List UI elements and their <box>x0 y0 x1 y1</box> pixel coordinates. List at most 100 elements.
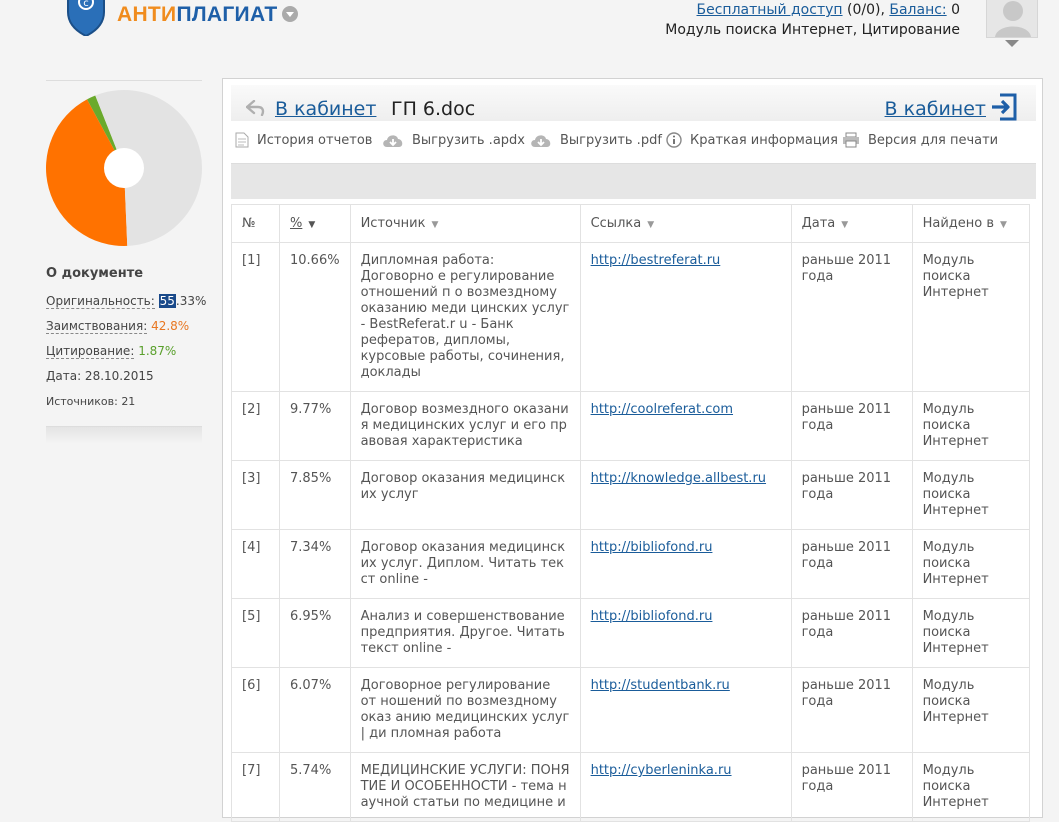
citation-value: 1.87% <box>138 344 177 358</box>
sources-count: Источников: 21 <box>46 395 136 408</box>
document-name: ГП 6.doc <box>391 98 476 120</box>
document-date: Дата: 28.10.2015 <box>46 369 154 383</box>
chevron-down-icon[interactable] <box>282 6 298 22</box>
printer-icon <box>843 132 859 148</box>
row-number: [2] <box>231 391 280 461</box>
history-label: История отчетов <box>257 132 373 148</box>
row-found-in: Модуль поиска Интернет <box>911 460 1031 530</box>
row-source[interactable]: Анализ и совершенствование предприятия. … <box>349 598 581 668</box>
cloud-download-icon <box>383 135 403 147</box>
row-date: раньше 2011 года <box>790 242 913 392</box>
row-found-in: Модуль поиска Интернет <box>911 529 1031 599</box>
row-found-in: Модуль поиска Интернет <box>911 667 1031 753</box>
row-percent: 6.95% <box>279 598 351 668</box>
originality-label[interactable]: Оригинальность: <box>46 294 155 309</box>
row-number: [5] <box>231 598 280 668</box>
citation-label[interactable]: Цитирование: <box>46 344 135 359</box>
row-number: [6] <box>231 667 280 753</box>
row-source[interactable]: Договор оказания медицинск их услуг <box>349 460 581 530</box>
avatar-chevron-icon[interactable] <box>1005 40 1019 47</box>
column-header-source[interactable]: Источник ▼ <box>349 204 581 243</box>
row-source[interactable]: Дипломная работа: Договорно е регулирова… <box>349 242 581 392</box>
logo-text[interactable]: АНТИПЛАГИАТ <box>117 3 278 27</box>
table-row[interactable]: [7] 5.74% МЕДИЦИНСКИЕ УСЛУГИ: ПОНЯ ТИЕ И… <box>231 752 1031 822</box>
print-version-button[interactable]: Версия для печати <box>842 132 998 148</box>
pie-center <box>104 148 144 188</box>
row-link[interactable]: http://coolreferat.com <box>591 402 733 417</box>
report-header: В кабинет ГП 6.doc В кабинет <box>231 85 1036 121</box>
table-row[interactable]: [1] 10.66% Дипломная работа: Договорно е… <box>231 242 1031 392</box>
row-date: раньше 2011 года <box>790 752 913 822</box>
row-link[interactable]: http://cyberleninka.ru <box>591 763 732 778</box>
row-number: [7] <box>231 752 280 822</box>
column-header-found-in[interactable]: Найдено в ▼ <box>911 204 1031 243</box>
originality-stat: Оригинальность: 55.33% <box>46 294 207 309</box>
info-icon <box>666 132 682 148</box>
sidebar-section-title: О документе <box>46 266 144 281</box>
row-number: [1] <box>231 242 280 392</box>
brief-info-label: Краткая информация <box>690 132 838 148</box>
column-header-date[interactable]: Дата ▼ <box>790 204 913 243</box>
borrowing-stat: Заимствования: 42.8% <box>46 319 189 334</box>
table-row[interactable]: [3] 7.85% Договор оказания медицинск их … <box>231 460 1031 530</box>
row-link[interactable]: http://bestreferat.ru <box>591 253 721 268</box>
borrowing-label[interactable]: Заимствования: <box>46 319 148 334</box>
export-apdx-button[interactable]: Выгрузить .apdx <box>382 132 525 148</box>
report-panel: В кабинет ГП 6.doc В кабинет История отч… <box>222 78 1043 822</box>
row-link[interactable]: http://knowledge.allbest.ru <box>591 471 766 486</box>
row-date: раньше 2011 года <box>790 529 913 599</box>
table-row[interactable]: [5] 6.95% Анализ и совершенствование пре… <box>231 598 1031 668</box>
user-icon <box>995 1 1031 37</box>
balance-link[interactable]: Баланс: <box>889 2 946 18</box>
row-source[interactable]: Договор возмездного оказани я медицински… <box>349 391 581 461</box>
logo-shield-icon: c <box>67 0 105 36</box>
column-header-num: № <box>231 204 280 243</box>
row-link[interactable]: http://bibliofond.ru <box>591 540 713 555</box>
row-date: раньше 2011 года <box>790 460 913 530</box>
free-access-count: (0/0), <box>842 2 890 18</box>
back-arrow-icon[interactable] <box>246 100 266 116</box>
table-row[interactable]: [2] 9.77% Договор возмездного оказани я … <box>231 391 1031 461</box>
row-source[interactable]: Договор оказания медицинск их услуг. Дип… <box>349 529 581 599</box>
svg-text:c: c <box>83 0 89 9</box>
cabinet-link[interactable]: В кабинет <box>885 98 986 120</box>
row-date: раньше 2011 года <box>790 598 913 668</box>
column-header-percent[interactable]: % ▼ <box>279 204 351 243</box>
avatar[interactable] <box>986 0 1038 38</box>
row-found-in: Модуль поиска Интернет <box>911 598 1031 668</box>
row-link[interactable]: http://bibliofond.ru <box>591 609 713 624</box>
sort-icon: ▼ <box>1000 220 1007 230</box>
table-header-row: № % ▼ Источник ▼ Ссылка ▼ Дата ▼ Найдено в ▼ <box>231 204 1031 243</box>
originality-pie-chart <box>46 90 202 246</box>
sort-icon: ▼ <box>841 220 849 230</box>
sidebar-footer <box>46 426 202 444</box>
balance-value: 0 <box>946 2 960 18</box>
back-to-cabinet-link[interactable]: В кабинет <box>275 98 376 120</box>
cloud-download-icon <box>531 135 551 147</box>
row-source[interactable]: МЕДИЦИНСКИЕ УСЛУГИ: ПОНЯ ТИЕ И ОСОБЕННОС… <box>349 752 581 822</box>
table-row[interactable]: [4] 7.34% Договор оказания медицинск их … <box>231 529 1031 599</box>
row-date: раньше 2011 года <box>790 391 913 461</box>
brief-info-button[interactable]: Краткая информация <box>666 132 838 148</box>
export-pdf-button[interactable]: Выгрузить .pdf <box>530 132 662 148</box>
free-access-link[interactable]: Бесплатный доступ <box>697 2 843 18</box>
history-button[interactable]: История отчетов <box>235 132 372 148</box>
row-link[interactable]: http://studentbank.ru <box>591 678 730 693</box>
panel-divider <box>231 163 1036 199</box>
row-source[interactable]: Договорное регулирование от ношений по в… <box>349 667 581 753</box>
sources-table: № % ▼ Источник ▼ Ссылка ▼ Дата ▼ Найдено в ▼ … <box>231 204 1031 822</box>
row-found-in: Модуль поиска Интернет <box>911 752 1031 822</box>
row-found-in: Модуль поиска Интернет <box>911 391 1031 461</box>
row-number: [3] <box>231 460 280 530</box>
row-found-in: Модуль поиска Интернет <box>911 242 1031 392</box>
column-header-link[interactable]: Ссылка ▼ <box>579 204 792 243</box>
originality-value-rest: .33% <box>175 294 207 308</box>
row-percent: 9.77% <box>279 391 351 461</box>
divider <box>46 80 202 81</box>
row-percent: 6.07% <box>279 667 351 753</box>
exit-icon[interactable] <box>990 93 1018 121</box>
table-row[interactable]: [6] 6.07% Договорное регулирование от но… <box>231 667 1031 753</box>
export-apdx-label: Выгрузить .apdx <box>412 132 525 148</box>
sort-desc-icon: ▼ <box>308 220 316 230</box>
modules-line: Модуль поиска Интернет, Цитирование <box>665 22 960 38</box>
